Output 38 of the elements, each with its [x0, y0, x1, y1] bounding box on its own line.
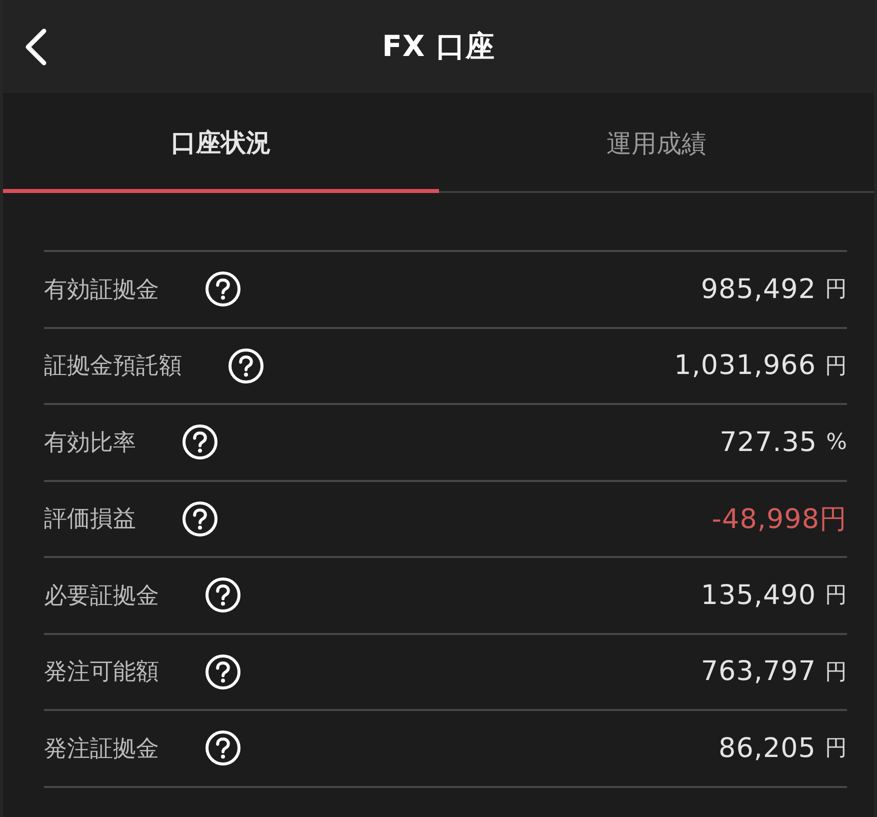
tab[interactable]: 口座状況 — [3, 93, 438, 193]
field-value: 1,031,966 — [674, 350, 816, 382]
unit-label: 円 — [825, 582, 847, 610]
help-icon — [205, 730, 241, 766]
help-button[interactable] — [205, 271, 241, 308]
unit-label: 円 — [825, 735, 847, 764]
field-value: 135,490 — [700, 580, 816, 611]
help-button[interactable] — [182, 424, 218, 460]
help-button[interactable] — [205, 654, 241, 690]
field-label: 有効比率 — [44, 428, 136, 458]
help-button[interactable] — [205, 730, 241, 766]
back-chevron-icon — [24, 28, 48, 66]
field-value: 86,205 — [718, 732, 816, 764]
field-value: 763,797 — [700, 656, 816, 688]
tab[interactable]: 運用成績 — [438, 93, 874, 193]
unit-label: 円 — [825, 658, 847, 687]
field-label: 評価損益 — [44, 505, 136, 534]
unit-label: 円 — [825, 276, 847, 304]
screen-title: FX 口座 — [382, 28, 495, 64]
help-icon — [205, 654, 241, 690]
field-label: 必要証拠金 — [44, 582, 159, 611]
unit-label: 円 — [825, 352, 847, 381]
field-value: -48,998円 — [712, 502, 847, 537]
help-icon — [205, 271, 241, 308]
field-value: 727.35 — [720, 426, 818, 458]
help-icon — [205, 577, 241, 614]
field-value: 985,492 — [700, 274, 816, 305]
help-button[interactable] — [205, 577, 241, 614]
help-button[interactable] — [228, 348, 264, 384]
help-icon — [182, 500, 218, 537]
field-label: 発注可能額 — [44, 658, 159, 688]
field-label: 証拠金預託額 — [44, 352, 182, 382]
unit-label: % — [826, 430, 847, 455]
help-button[interactable] — [182, 500, 218, 537]
help-icon — [182, 424, 218, 460]
field-label: 発注証拠金 — [44, 734, 159, 764]
help-icon — [228, 348, 264, 384]
field-label: 有効証拠金 — [44, 276, 159, 305]
